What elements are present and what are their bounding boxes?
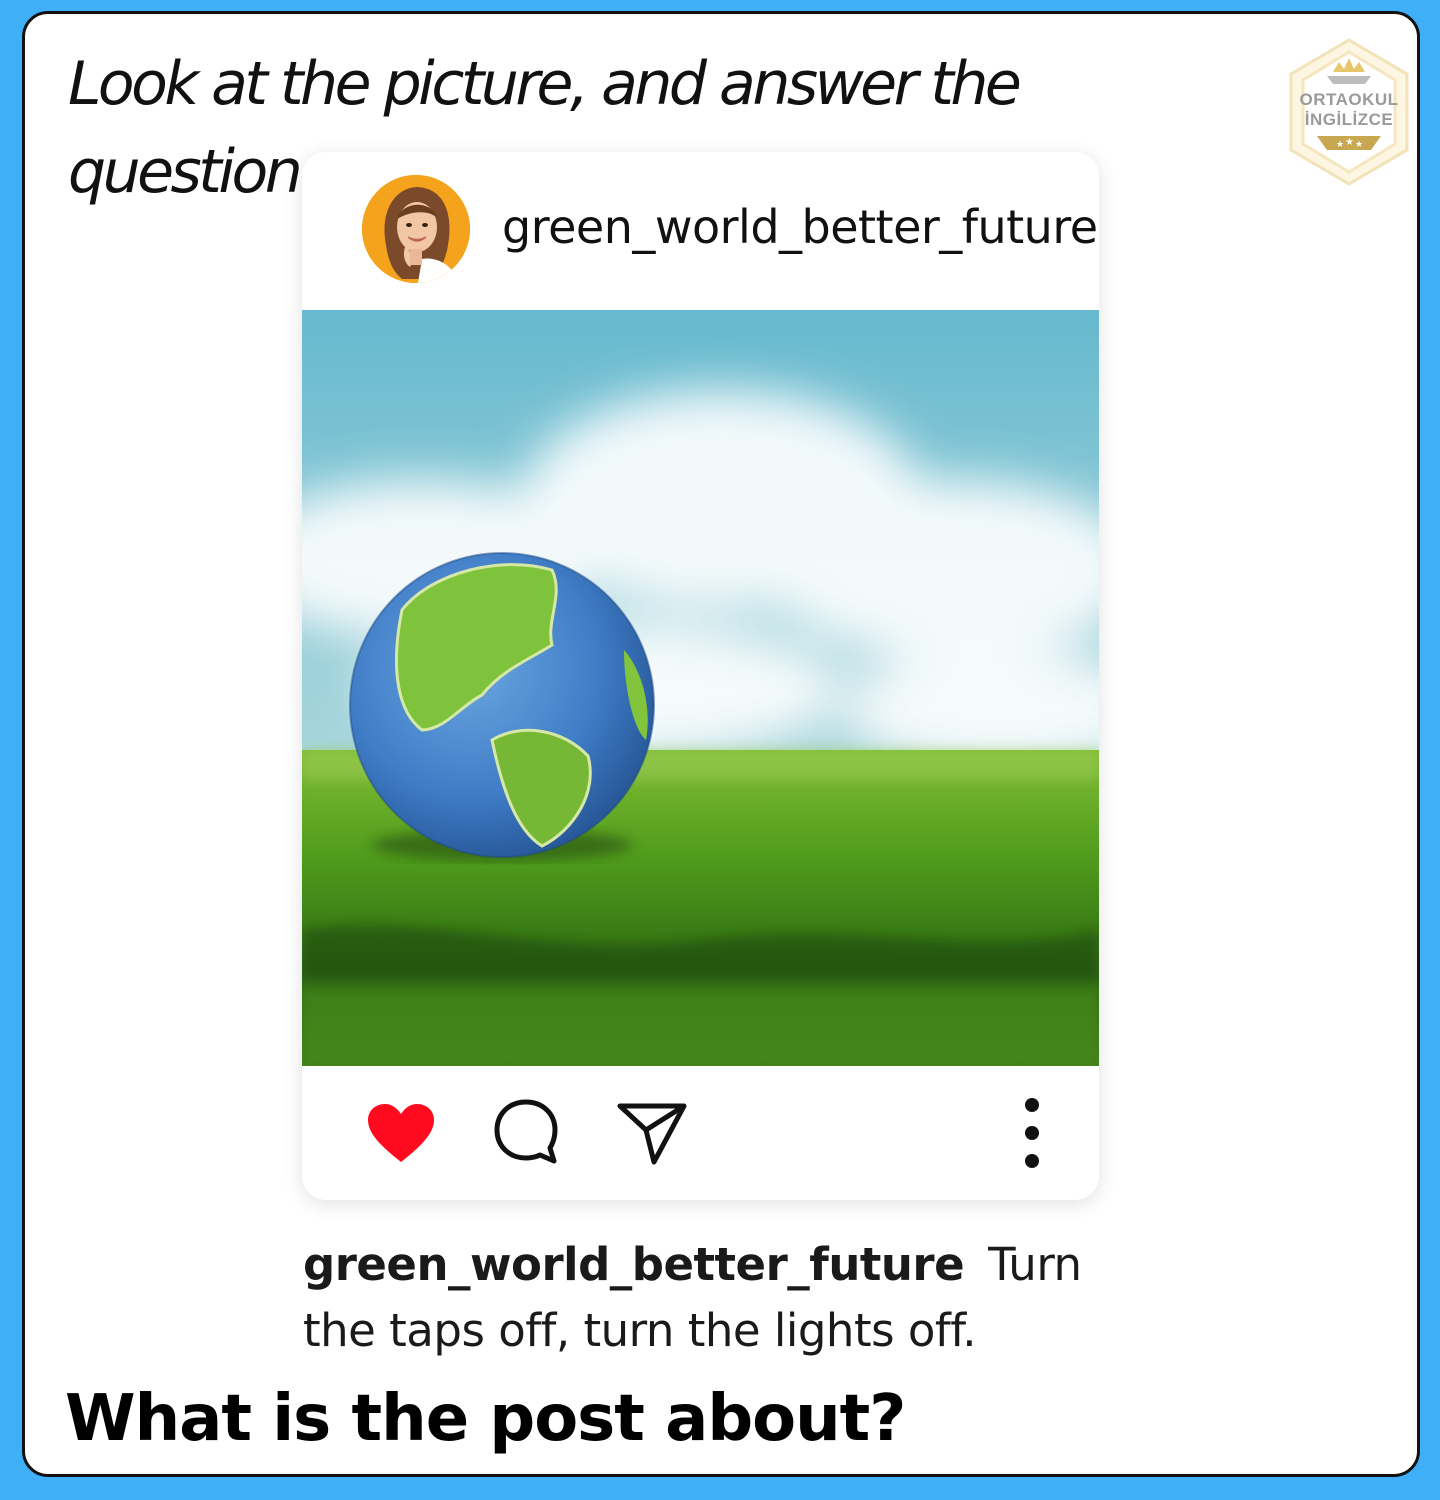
svg-text:★: ★ xyxy=(1336,140,1344,150)
more-vertical-icon[interactable] xyxy=(1020,1096,1044,1170)
social-post-card: green_world_better_future xyxy=(302,152,1099,1200)
svg-text:★: ★ xyxy=(1345,137,1354,148)
avatar[interactable] xyxy=(362,175,470,283)
post-actions-bar xyxy=(302,1066,1099,1200)
earth-globe-on-moss-image xyxy=(302,310,1099,1066)
paper-plane-icon[interactable] xyxy=(616,1100,688,1166)
post-username[interactable]: green_world_better_future xyxy=(502,200,1098,254)
profile-photo-woman-icon xyxy=(362,175,470,283)
worksheet-frame: Look at the picture, and answer the ques… xyxy=(22,11,1420,1477)
post-caption: green_world_better_future Turn the taps o… xyxy=(303,1232,1103,1364)
question-text: What is the post about? xyxy=(65,1382,906,1456)
svg-text:★: ★ xyxy=(1355,140,1363,150)
comment-bubble-icon[interactable] xyxy=(492,1098,560,1166)
caption-username[interactable]: green_world_better_future xyxy=(303,1238,965,1291)
post-header: green_world_better_future xyxy=(302,152,1099,309)
heart-icon[interactable] xyxy=(366,1102,436,1164)
ortaokul-ingilizce-logo: ★ ★ ★ ORTAOKUL İNGİLİZCE xyxy=(1287,38,1411,186)
logo-line-2: İNGİLİZCE xyxy=(1304,110,1394,129)
logo-line-1: ORTAOKUL xyxy=(1299,90,1399,109)
